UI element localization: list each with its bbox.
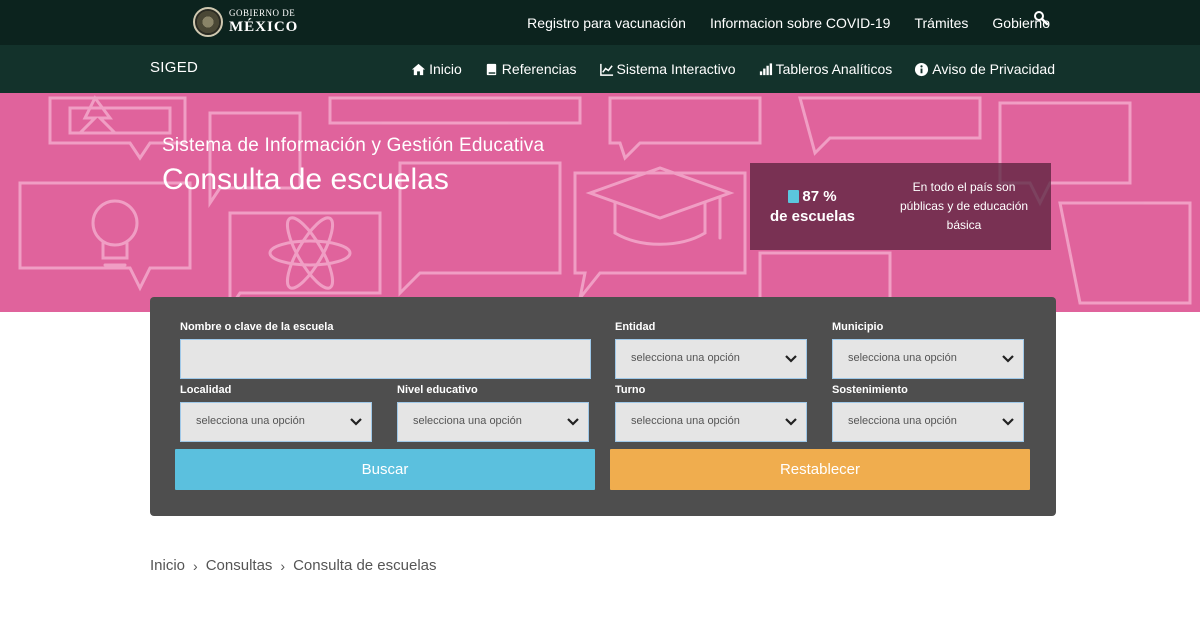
gov-links: Registro para vacunación Informacion sob… bbox=[527, 0, 1050, 45]
sostenimiento-label: Sostenimiento bbox=[832, 384, 908, 396]
nivel-educativo-label: Nivel educativo bbox=[397, 384, 478, 396]
turno-select[interactable]: selecciona una opción bbox=[615, 402, 807, 442]
nav-item-inicio[interactable]: Inicio bbox=[411, 61, 462, 77]
breadcrumb-item-consultas[interactable]: Consultas bbox=[206, 557, 273, 574]
sostenimiento-select-value: selecciona una opción bbox=[848, 415, 957, 427]
site-nav-links: Inicio Referencias Sistema Interactivo T… bbox=[411, 45, 1055, 93]
breadcrumb-item-inicio[interactable]: Inicio bbox=[150, 557, 185, 574]
stat-box: 87 % de escuelas En todo el país son púb… bbox=[750, 163, 1051, 250]
site-navbar: SIGED Inicio Referencias Sistema Interac… bbox=[0, 45, 1200, 93]
nav-item-referencias[interactable]: Referencias bbox=[484, 61, 577, 77]
nivel-educativo-select[interactable]: selecciona una opción bbox=[397, 402, 589, 442]
line-chart-icon bbox=[599, 63, 613, 76]
chevron-down-icon bbox=[785, 355, 797, 363]
bar-chart-icon bbox=[759, 62, 772, 75]
school-name-label: Nombre o clave de la escuela bbox=[180, 321, 334, 333]
localidad-label: Localidad bbox=[180, 384, 232, 396]
link-tramites[interactable]: Trámites bbox=[914, 15, 968, 31]
entidad-select-value: selecciona una opción bbox=[631, 352, 740, 364]
municipio-label: Municipio bbox=[832, 321, 884, 333]
link-covid-19[interactable]: Informacion sobre COVID-19 bbox=[710, 15, 891, 31]
sostenimiento-select[interactable]: selecciona una opción bbox=[832, 402, 1024, 442]
breadcrumb-separator: › bbox=[280, 557, 286, 574]
stat-value: 87 % bbox=[802, 187, 837, 205]
nivel-educativo-select-value: selecciona una opción bbox=[413, 415, 522, 427]
breadcrumb-item-current: Consulta de escuelas bbox=[293, 557, 437, 574]
government-header: GOBIERNO DE MÉXICO Registro para vacunac… bbox=[0, 0, 1200, 45]
home-icon bbox=[412, 63, 426, 75]
turno-label: Turno bbox=[615, 384, 646, 396]
municipio-select-value: selecciona una opción bbox=[848, 352, 957, 364]
breadcrumb-separator: › bbox=[193, 557, 198, 574]
book-icon bbox=[486, 63, 496, 75]
page-title: Consulta de escuelas bbox=[162, 163, 449, 196]
entidad-label: Entidad bbox=[615, 321, 656, 333]
search-button[interactable]: Buscar bbox=[175, 449, 595, 490]
hero-subtitle: Sistema de Información y Gestión Educati… bbox=[162, 135, 545, 156]
chevron-down-icon bbox=[1002, 355, 1014, 363]
chevron-down-icon bbox=[785, 418, 797, 426]
nav-item-label: Referencias bbox=[501, 61, 577, 77]
mexico-seal-icon bbox=[193, 7, 223, 37]
breadcrumb: Inicio › Consultas › Consulta de escuela… bbox=[150, 557, 437, 574]
turno-select-value: selecciona una opción bbox=[631, 415, 740, 427]
chevron-down-icon bbox=[1002, 418, 1014, 426]
link-registro-vacunacion[interactable]: Registro para vacunación bbox=[527, 15, 686, 31]
nav-item-label: Sistema Interactivo bbox=[616, 61, 736, 77]
nav-item-aviso-privacidad[interactable]: Aviso de Privacidad bbox=[914, 61, 1055, 77]
localidad-select-value: selecciona una opción bbox=[196, 415, 305, 427]
info-circle-icon bbox=[915, 62, 929, 76]
stat-description: En todo el país son públicas y de educac… bbox=[899, 180, 1029, 232]
gobierno-de-mexico-logo[interactable]: GOBIERNO DE MÉXICO bbox=[193, 6, 298, 38]
municipio-select[interactable]: selecciona una opción bbox=[832, 339, 1024, 379]
stat-label: de escuelas bbox=[769, 207, 856, 225]
school-search-panel: Nombre o clave de la escuela Entidad sel… bbox=[150, 297, 1056, 516]
search-icon[interactable] bbox=[1033, 10, 1049, 26]
nav-item-tableros-analiticos[interactable]: Tableros Analíticos bbox=[758, 61, 893, 77]
localidad-select[interactable]: selecciona una opción bbox=[180, 402, 372, 442]
nav-item-sistema-interactivo[interactable]: Sistema Interactivo bbox=[599, 61, 736, 77]
logo-line-1: GOBIERNO DE bbox=[229, 8, 296, 18]
reset-button[interactable]: Restablecer bbox=[610, 449, 1030, 490]
hero-banner: Sistema de Información y Gestión Educati… bbox=[0, 93, 1200, 312]
nav-item-label: Inicio bbox=[429, 61, 462, 77]
school-name-input[interactable] bbox=[180, 339, 591, 379]
site-brand[interactable]: SIGED bbox=[150, 59, 198, 76]
chevron-down-icon bbox=[567, 418, 579, 426]
chevron-down-icon bbox=[350, 418, 362, 426]
book-icon bbox=[788, 190, 800, 203]
nav-item-label: Tableros Analíticos bbox=[775, 61, 893, 77]
logo-line-2: MÉXICO bbox=[229, 19, 299, 35]
nav-item-label: Aviso de Privacidad bbox=[932, 61, 1055, 77]
entidad-select[interactable]: selecciona una opción bbox=[615, 339, 807, 379]
